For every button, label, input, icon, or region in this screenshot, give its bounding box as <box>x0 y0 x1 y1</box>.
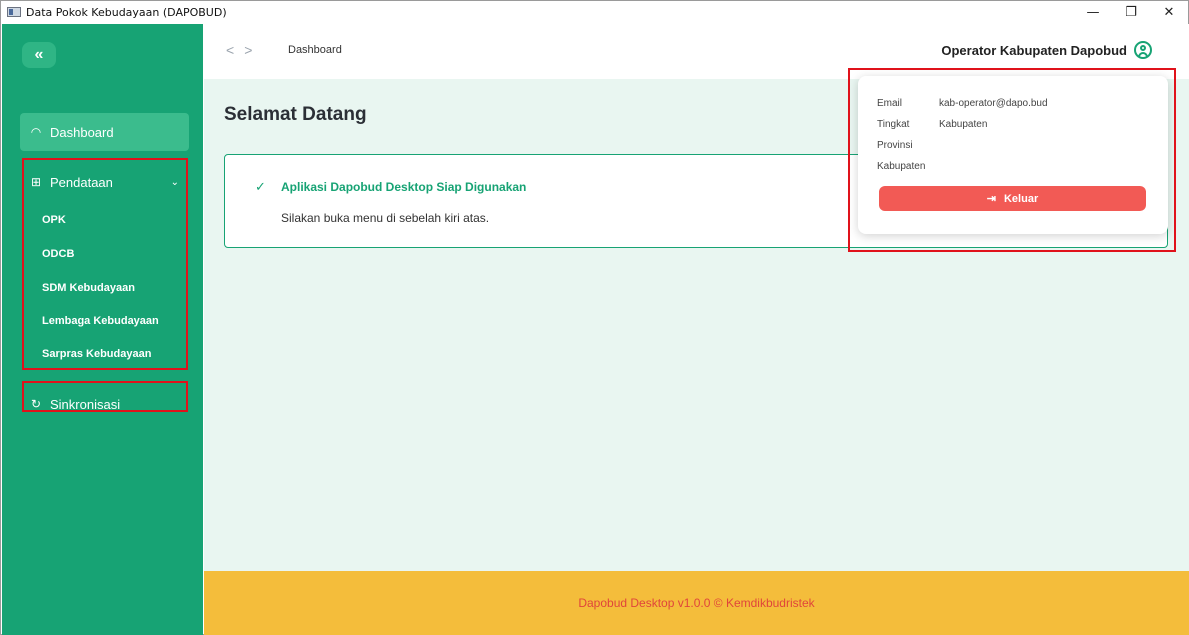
collapse-sidebar-button[interactable]: « <box>22 42 56 68</box>
title-bar: Data Pokok Kebudayaan (DAPOBUD) — ❐ ✕ <box>1 1 1188 23</box>
app-icon <box>7 7 21 17</box>
profile-popup-highlight-box <box>848 68 1176 252</box>
pendataan-highlight-box <box>22 158 188 370</box>
page-title: Selamat Datang <box>224 104 367 125</box>
breadcrumb: Dashboard <box>288 44 342 56</box>
card-text: Silakan buka menu di sebelah kiri atas. <box>281 211 490 225</box>
window-title: Data Pokok Kebudayaan (DAPOBUD) <box>26 5 227 19</box>
minimize-button[interactable]: — <box>1074 1 1112 23</box>
card-title: Aplikasi Dapobud Desktop Siap Digunakan <box>281 180 527 194</box>
app-window: Data Pokok Kebudayaan (DAPOBUD) — ❐ ✕ « … <box>0 0 1189 635</box>
maximize-button[interactable]: ❐ <box>1112 1 1150 23</box>
window-controls: — ❐ ✕ <box>1074 1 1188 23</box>
user-profile-icon[interactable] <box>1134 41 1152 59</box>
footer-text: Dapobud Desktop v1.0.0 © Kemdikbudristek <box>578 596 815 610</box>
sidebar-item-label: Dashboard <box>50 124 114 140</box>
sidebar-item-dashboard[interactable]: ◠ Dashboard <box>20 113 189 151</box>
close-button[interactable]: ✕ <box>1150 1 1188 23</box>
sinkronisasi-highlight-box <box>22 381 188 412</box>
check-icon: ✓ <box>255 179 266 194</box>
sidebar: « ◠ Dashboard ⊞ Pendataan ⌄ OPK ODCB SDM… <box>2 24 203 635</box>
dashboard-icon: ◠ <box>30 125 42 139</box>
forward-icon[interactable]: > <box>244 42 252 58</box>
history-nav: < > <box>226 42 252 58</box>
back-icon[interactable]: < <box>226 42 234 58</box>
footer: Dapobud Desktop v1.0.0 © Kemdikbudristek <box>204 571 1189 635</box>
user-name[interactable]: Operator Kabupaten Dapobud <box>941 43 1127 58</box>
